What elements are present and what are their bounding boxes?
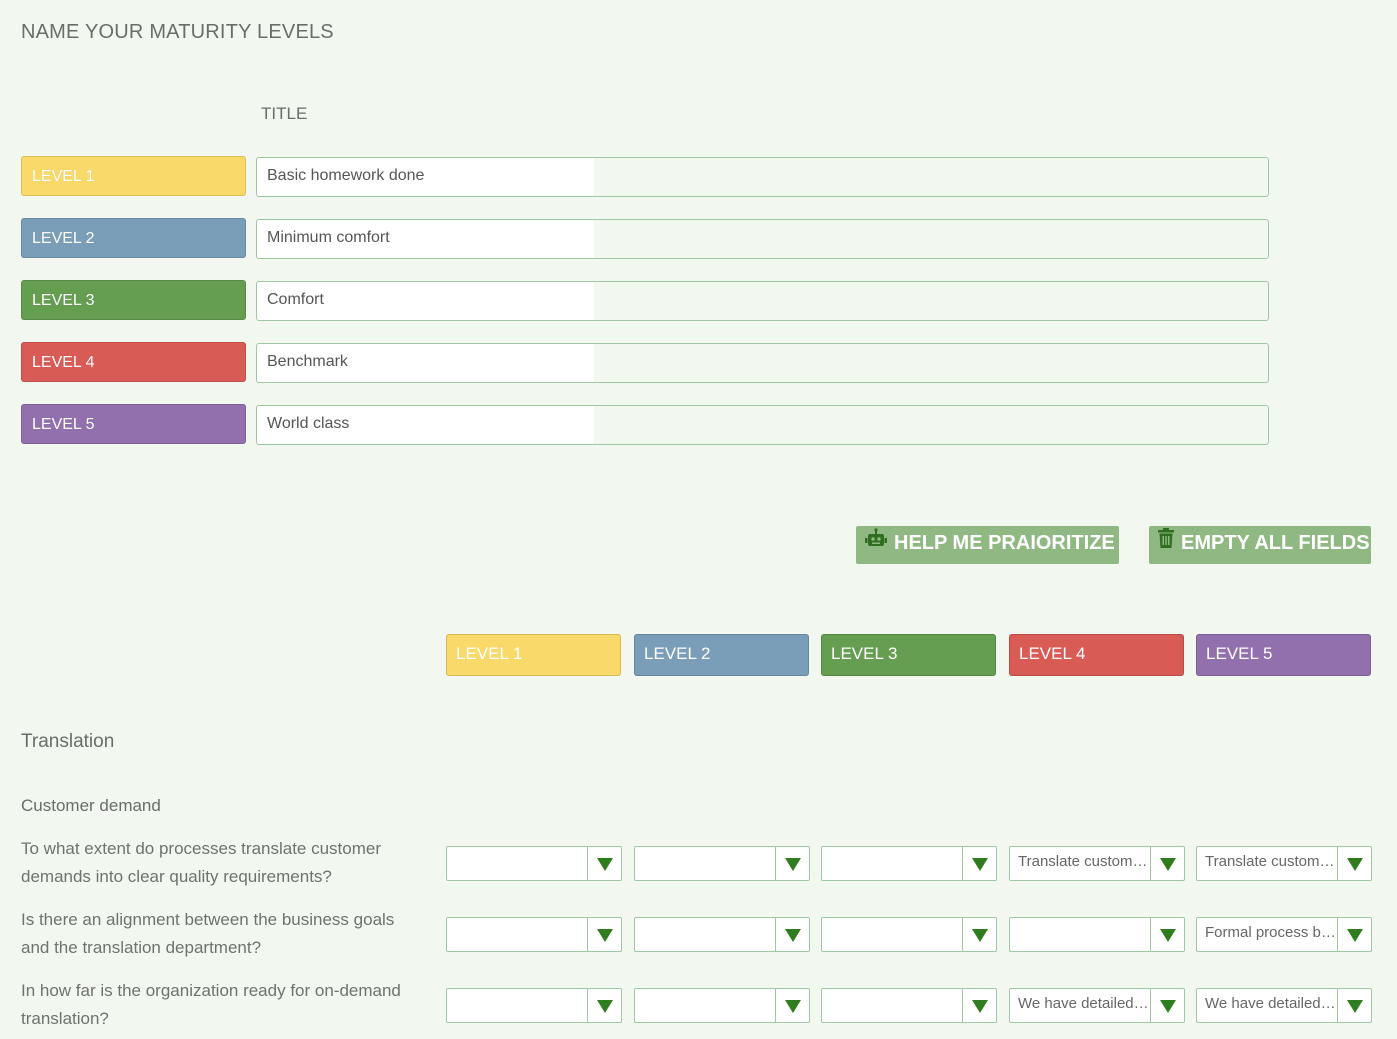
answer-select[interactable] bbox=[446, 988, 622, 1023]
dropdown-arrow-icon[interactable] bbox=[1150, 989, 1184, 1022]
level-row-3: LEVEL 3 Comfort bbox=[21, 280, 1269, 322]
level-row-2: LEVEL 2 Minimum comfort bbox=[21, 218, 1269, 260]
level-tag-1: LEVEL 1 bbox=[21, 156, 246, 196]
answer-select-value bbox=[447, 918, 588, 951]
robot-icon bbox=[865, 525, 887, 559]
level-title-input-5[interactable]: World class bbox=[256, 405, 1269, 445]
level-tag-3: LEVEL 3 bbox=[21, 280, 246, 320]
dropdown-arrow-icon[interactable] bbox=[587, 989, 621, 1022]
level-title-input-2[interactable]: Minimum comfort bbox=[256, 219, 1269, 259]
dropdown-arrow-icon[interactable] bbox=[1337, 847, 1371, 880]
answer-select[interactable] bbox=[634, 988, 810, 1023]
answer-select-value: We have detailed plans bbox=[1205, 995, 1338, 1012]
dropdown-arrow-icon[interactable] bbox=[962, 918, 996, 951]
level-tag-5: LEVEL 5 bbox=[21, 404, 246, 444]
question-1-text: To what extent do processes translate cu… bbox=[21, 839, 382, 886]
dropdown-arrow-icon[interactable] bbox=[587, 847, 621, 880]
answer-select-value bbox=[447, 989, 588, 1022]
answer-select[interactable] bbox=[446, 846, 622, 881]
empty-all-fields-label: EMPTY ALL FIELDS bbox=[1181, 532, 1370, 554]
dropdown-arrow-icon[interactable] bbox=[1150, 918, 1184, 951]
answer-select-value bbox=[635, 918, 776, 951]
section-title: Translation bbox=[21, 731, 115, 752]
matrix-column-level-5: LEVEL 5 bbox=[1196, 634, 1371, 676]
answer-select[interactable] bbox=[821, 988, 997, 1023]
answer-select[interactable] bbox=[1009, 917, 1185, 952]
dropdown-arrow-icon[interactable] bbox=[587, 918, 621, 951]
answer-select[interactable] bbox=[634, 846, 810, 881]
answer-select-value bbox=[635, 847, 776, 880]
dropdown-arrow-icon[interactable] bbox=[1337, 989, 1371, 1022]
level-row-5: LEVEL 5 World class bbox=[21, 404, 1269, 446]
level-row-4: LEVEL 4 Benchmark bbox=[21, 342, 1269, 384]
dropdown-arrow-icon[interactable] bbox=[775, 989, 809, 1022]
answer-select-value bbox=[822, 989, 963, 1022]
title-column-header: TITLE bbox=[261, 104, 308, 123]
answer-select[interactable] bbox=[446, 917, 622, 952]
subsection-title: Customer demand bbox=[21, 796, 161, 815]
answer-select[interactable]: Formal process between business goals an… bbox=[1196, 917, 1372, 952]
answer-select[interactable]: We have detailed plans bbox=[1196, 988, 1372, 1023]
answer-select[interactable]: Translate customer demands into clear qu… bbox=[1009, 846, 1185, 881]
level-title-input-1[interactable]: Basic homework done bbox=[256, 157, 1269, 197]
answer-select[interactable] bbox=[634, 917, 810, 952]
level-row-1: LEVEL 1 Basic homework done bbox=[21, 156, 1269, 198]
matrix-column-level-1: LEVEL 1 bbox=[446, 634, 621, 676]
page-title: NAME YOUR MATURITY LEVELS bbox=[21, 21, 334, 43]
question-3-text: In how far is the organization ready for… bbox=[21, 981, 401, 1028]
dropdown-arrow-icon[interactable] bbox=[1150, 847, 1184, 880]
answer-select[interactable] bbox=[821, 846, 997, 881]
answer-select[interactable]: Translate customer demands into clear qu… bbox=[1196, 846, 1372, 881]
matrix-column-level-3: LEVEL 3 bbox=[821, 634, 996, 676]
answer-select-value bbox=[822, 847, 963, 880]
empty-all-fields-button[interactable]: EMPTY ALL FIELDS bbox=[1149, 526, 1371, 564]
dropdown-arrow-icon[interactable] bbox=[775, 847, 809, 880]
help-me-prioritize-label: HELP ME PRAIORITIZE bbox=[894, 532, 1115, 554]
level-tag-4: LEVEL 4 bbox=[21, 342, 246, 382]
dropdown-arrow-icon[interactable] bbox=[775, 918, 809, 951]
level-title-input-4[interactable]: Benchmark bbox=[256, 343, 1269, 383]
dropdown-arrow-icon[interactable] bbox=[1337, 918, 1371, 951]
answer-select-value bbox=[822, 918, 963, 951]
level-title-input-3[interactable]: Comfort bbox=[256, 281, 1269, 321]
question-2-text: Is there an alignment between the busine… bbox=[21, 910, 395, 957]
answer-select[interactable] bbox=[821, 917, 997, 952]
dropdown-arrow-icon[interactable] bbox=[962, 989, 996, 1022]
matrix-column-level-2: LEVEL 2 bbox=[634, 634, 809, 676]
dropdown-arrow-icon[interactable] bbox=[962, 847, 996, 880]
answer-select-value bbox=[1010, 918, 1151, 951]
trash-icon bbox=[1158, 525, 1174, 559]
answer-select-value: Translate customer demands into clear qu… bbox=[1018, 853, 1151, 870]
answer-select-value: Translate customer demands into clear qu… bbox=[1205, 853, 1338, 870]
answer-select-value: We have detailed plans bbox=[1018, 995, 1151, 1012]
answer-select-value bbox=[635, 989, 776, 1022]
level-tag-2: LEVEL 2 bbox=[21, 218, 246, 258]
help-me-prioritize-button[interactable]: HELP ME PRAIORITIZE bbox=[856, 526, 1119, 564]
answer-select[interactable]: We have detailed plans bbox=[1009, 988, 1185, 1023]
answer-select-value: Formal process between business goals an… bbox=[1205, 924, 1338, 941]
answer-select-value bbox=[447, 847, 588, 880]
matrix-column-level-4: LEVEL 4 bbox=[1009, 634, 1184, 676]
